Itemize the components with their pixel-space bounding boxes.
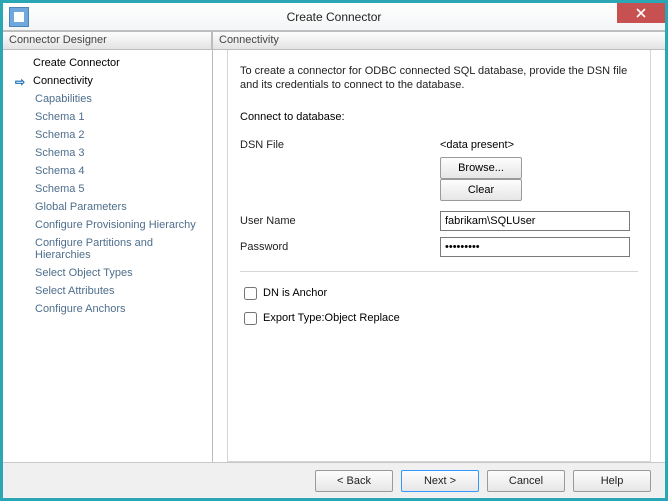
dn-anchor-checkbox[interactable] <box>244 287 257 300</box>
main-header: Connectivity <box>213 32 665 50</box>
dsn-label: DSN File <box>240 139 440 151</box>
username-input[interactable] <box>440 211 630 231</box>
dn-anchor-label: DN is Anchor <box>263 287 327 299</box>
wizard-body: Connector Designer Create Connector ⇨Con… <box>3 31 665 462</box>
sidebar-item-schema-5[interactable]: Schema 5 <box>3 180 212 198</box>
titlebar: Create Connector <box>3 3 665 31</box>
dn-anchor-row: DN is Anchor <box>240 284 638 303</box>
dsn-row: DSN File <data present> <box>240 139 638 151</box>
export-type-row: Export Type:Object Replace <box>240 309 638 328</box>
export-type-checkbox[interactable] <box>244 312 257 325</box>
password-row: Password <box>240 237 638 257</box>
clear-button[interactable]: Clear <box>440 179 522 201</box>
dsn-value: <data present> <box>440 139 638 151</box>
sidebar-item-schema-3[interactable]: Schema 3 <box>3 144 212 162</box>
password-input[interactable] <box>440 237 630 257</box>
window-title: Create Connector <box>3 10 665 24</box>
cancel-button[interactable]: Cancel <box>487 470 565 492</box>
content-area: To create a connector for ODBC connected… <box>227 50 651 462</box>
browse-button[interactable]: Browse... <box>440 157 522 179</box>
back-button[interactable]: < Back <box>315 470 393 492</box>
sidebar-item-configure-anchors[interactable]: Configure Anchors <box>3 300 212 318</box>
sidebar-item-configure-provisioning-hierarchy[interactable]: Configure Provisioning Hierarchy <box>3 216 212 234</box>
sidebar-item-schema-4[interactable]: Schema 4 <box>3 162 212 180</box>
close-icon <box>636 8 646 18</box>
arrow-right-icon: ⇨ <box>15 75 25 89</box>
sidebar-item-connectivity[interactable]: ⇨Connectivity <box>3 72 212 90</box>
sidebar-item-create-connector[interactable]: Create Connector <box>3 54 212 72</box>
close-button[interactable] <box>617 3 665 23</box>
dsn-button-row: Browse... Clear <box>240 157 638 201</box>
username-row: User Name <box>240 211 638 231</box>
sidebar-item-schema-1[interactable]: Schema 1 <box>3 108 212 126</box>
description-text: To create a connector for ODBC connected… <box>240 64 638 93</box>
divider <box>240 271 638 272</box>
username-label: User Name <box>240 215 440 227</box>
wizard-footer: < Back Next > Cancel Help <box>3 462 665 498</box>
help-button[interactable]: Help <box>573 470 651 492</box>
sidebar-item-capabilities[interactable]: Capabilities <box>3 90 212 108</box>
sidebar-item-select-attributes[interactable]: Select Attributes <box>3 282 212 300</box>
sidebar-header: Connector Designer <box>3 32 212 50</box>
main-panel: Connectivity To create a connector for O… <box>213 32 665 462</box>
sidebar-item-global-parameters[interactable]: Global Parameters <box>3 198 212 216</box>
connect-to-database-label: Connect to database: <box>240 111 638 123</box>
password-label: Password <box>240 241 440 253</box>
sidebar-item-select-object-types[interactable]: Select Object Types <box>3 264 212 282</box>
sidebar-nav: Create Connector ⇨Connectivity Capabilit… <box>3 50 212 462</box>
sidebar-item-schema-2[interactable]: Schema 2 <box>3 126 212 144</box>
sidebar-item-configure-partitions-and-hierarchies[interactable]: Configure Partitions and Hierarchies <box>3 234 212 264</box>
export-type-label: Export Type:Object Replace <box>263 312 400 324</box>
wizard-window: Create Connector Connector Designer Crea… <box>2 2 666 499</box>
next-button[interactable]: Next > <box>401 470 479 492</box>
sidebar: Connector Designer Create Connector ⇨Con… <box>3 32 213 462</box>
